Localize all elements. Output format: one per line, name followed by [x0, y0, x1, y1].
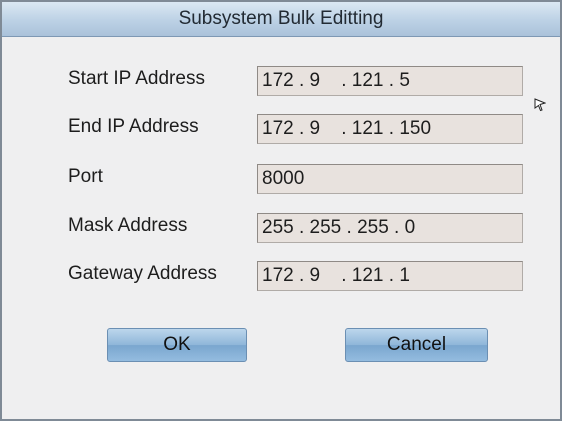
cancel-button[interactable]: Cancel — [345, 328, 488, 362]
mask-address-label: Mask Address — [68, 215, 188, 236]
mask-address-field[interactable]: 255 . 255 . 255 . 0 — [257, 213, 523, 243]
dialog-title: Subsystem Bulk Editting — [178, 8, 384, 29]
subsystem-bulk-edit-dialog: Subsystem Bulk Editting Start IP Address… — [0, 0, 562, 421]
start-ip-field[interactable]: 172 . 9 . 121 . 5 — [257, 66, 523, 96]
dialog-title-bar: Subsystem Bulk Editting — [2, 2, 560, 37]
gateway-address-field[interactable]: 172 . 9 . 121 . 1 — [257, 261, 523, 291]
port-field[interactable]: 8000 — [257, 164, 523, 194]
mouse-pointer-icon — [534, 98, 546, 112]
port-label: Port — [68, 166, 103, 187]
end-ip-label: End IP Address — [68, 116, 199, 137]
gateway-address-label: Gateway Address — [68, 263, 217, 284]
start-ip-label: Start IP Address — [68, 68, 205, 89]
end-ip-field[interactable]: 172 . 9 . 121 . 150 — [257, 114, 523, 144]
ok-button[interactable]: OK — [107, 328, 247, 362]
